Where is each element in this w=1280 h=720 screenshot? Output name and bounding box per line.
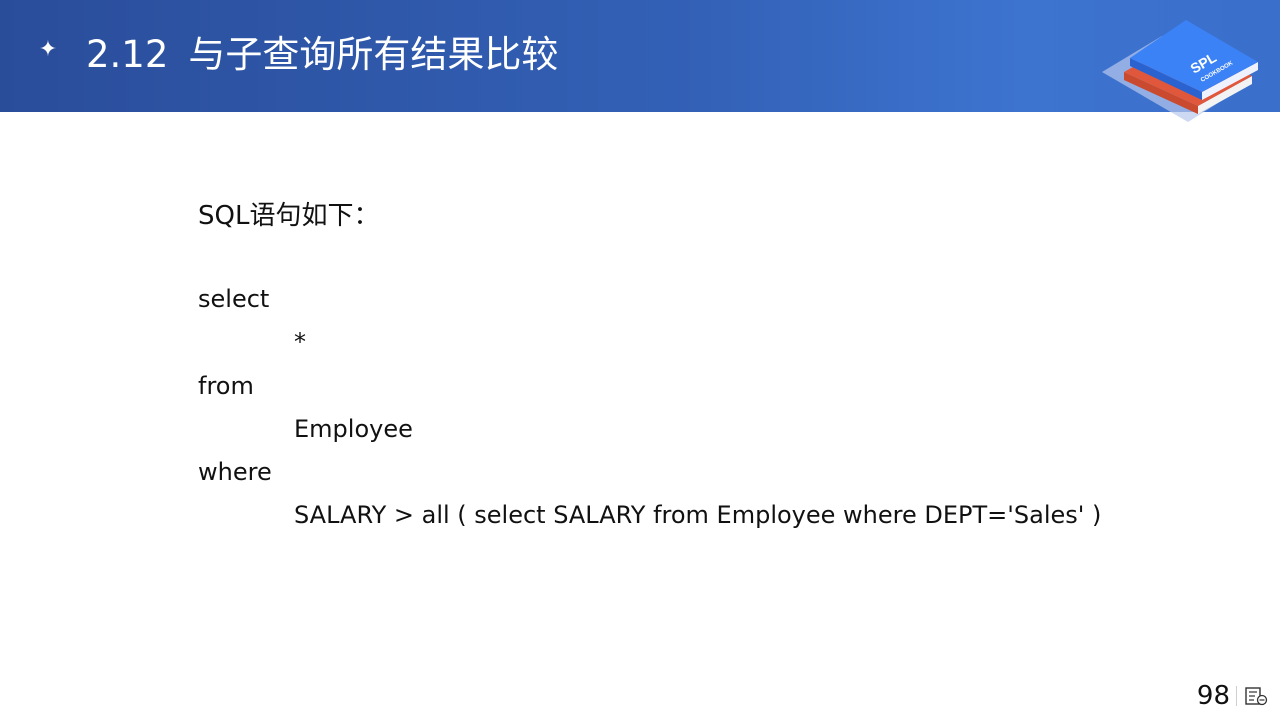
title-text: 与子查询所有结果比较 <box>188 33 559 76</box>
intro-text: SQL语句如下： <box>198 201 380 231</box>
page-number: 98 <box>1196 681 1230 711</box>
four-point-star-icon: ✦ <box>38 37 58 62</box>
slide-header: ✦ 2.12 与子查询所有结果比较 <box>0 0 1280 112</box>
code-line-condition: SALARY > all ( select SALARY from Employ… <box>294 501 1102 529</box>
footer-divider <box>1236 686 1237 706</box>
slide-notes-icon[interactable] <box>1244 686 1268 706</box>
slide-title: 2.12 与子查询所有结果比较 <box>86 30 558 80</box>
section-number: 2.12 <box>86 33 169 76</box>
code-line-where: where <box>198 458 272 486</box>
code-line-select: select <box>198 285 270 313</box>
code-line-star: * <box>294 328 306 356</box>
code-line-table: Employee <box>294 415 413 443</box>
spl-cookbook-logo: SPL COOKBOOK <box>1102 20 1258 122</box>
code-line-from: from <box>198 372 254 400</box>
